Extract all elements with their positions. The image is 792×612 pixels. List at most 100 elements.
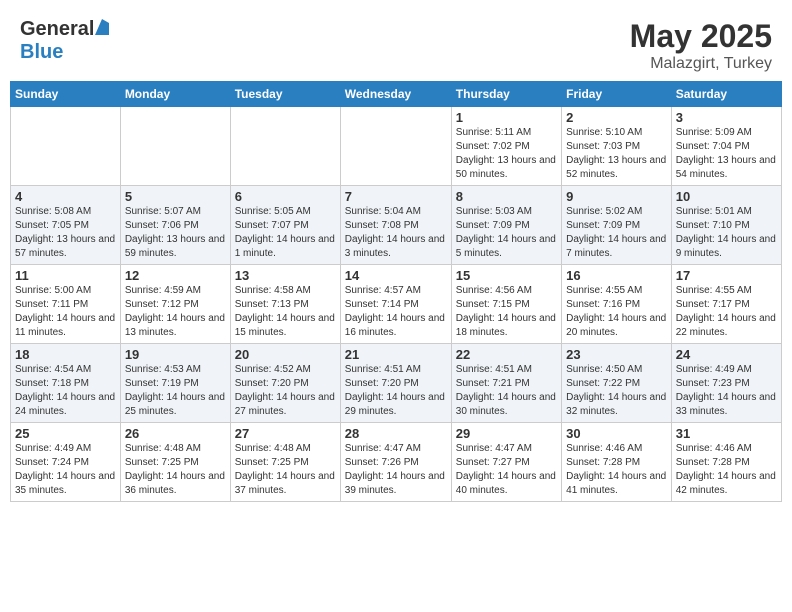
day-info: Sunrise: 4:54 AMSunset: 7:18 PMDaylight:… [15,364,115,417]
day-number: 16 [566,268,667,283]
day-info: Sunrise: 4:53 AMSunset: 7:19 PMDaylight:… [125,364,225,417]
calendar-cell [230,107,340,186]
calendar-cell: 29 Sunrise: 4:47 AMSunset: 7:27 PMDaylig… [451,423,561,502]
month-year: May 2025 [630,18,772,55]
day-info: Sunrise: 4:59 AMSunset: 7:12 PMDaylight:… [125,285,225,338]
calendar-cell: 31 Sunrise: 4:46 AMSunset: 7:28 PMDaylig… [671,423,781,502]
calendar-cell [120,107,230,186]
day-info: Sunrise: 4:56 AMSunset: 7:15 PMDaylight:… [456,285,556,338]
day-info: Sunrise: 4:58 AMSunset: 7:13 PMDaylight:… [235,285,335,338]
day-number: 23 [566,347,667,362]
calendar-cell: 17 Sunrise: 4:55 AMSunset: 7:17 PMDaylig… [671,265,781,344]
day-info: Sunrise: 4:51 AMSunset: 7:20 PMDaylight:… [345,364,445,417]
day-number: 14 [345,268,447,283]
day-number: 19 [125,347,226,362]
day-number: 15 [456,268,557,283]
logo: General Blue [20,18,110,64]
day-number: 17 [676,268,777,283]
day-number: 28 [345,426,447,441]
calendar-cell: 5 Sunrise: 5:07 AMSunset: 7:06 PMDayligh… [120,186,230,265]
calendar-cell: 4 Sunrise: 5:08 AMSunset: 7:05 PMDayligh… [11,186,121,265]
calendar-cell [340,107,451,186]
day-info: Sunrise: 4:48 AMSunset: 7:25 PMDaylight:… [235,443,335,496]
logo-blue: Blue [20,41,63,63]
calendar-cell: 7 Sunrise: 5:04 AMSunset: 7:08 PMDayligh… [340,186,451,265]
day-number: 13 [235,268,336,283]
day-number: 12 [125,268,226,283]
day-info: Sunrise: 5:03 AMSunset: 7:09 PMDaylight:… [456,206,556,259]
day-info: Sunrise: 5:07 AMSunset: 7:06 PMDaylight:… [125,206,225,259]
day-info: Sunrise: 4:47 AMSunset: 7:26 PMDaylight:… [345,443,445,496]
calendar-cell: 6 Sunrise: 5:05 AMSunset: 7:07 PMDayligh… [230,186,340,265]
calendar-cell: 10 Sunrise: 5:01 AMSunset: 7:10 PMDaylig… [671,186,781,265]
calendar-table: SundayMondayTuesdayWednesdayThursdayFrid… [10,81,782,502]
day-info: Sunrise: 4:46 AMSunset: 7:28 PMDaylight:… [566,443,666,496]
day-info: Sunrise: 4:51 AMSunset: 7:21 PMDaylight:… [456,364,556,417]
day-info: Sunrise: 4:50 AMSunset: 7:22 PMDaylight:… [566,364,666,417]
calendar-cell: 16 Sunrise: 4:55 AMSunset: 7:16 PMDaylig… [562,265,672,344]
weekday-header: Wednesday [340,82,451,107]
weekday-header-row: SundayMondayTuesdayWednesdayThursdayFrid… [11,82,782,107]
calendar-cell: 1 Sunrise: 5:11 AMSunset: 7:02 PMDayligh… [451,107,561,186]
day-info: Sunrise: 5:05 AMSunset: 7:07 PMDaylight:… [235,206,335,259]
day-number: 7 [345,189,447,204]
day-info: Sunrise: 4:49 AMSunset: 7:23 PMDaylight:… [676,364,776,417]
calendar-cell: 11 Sunrise: 5:00 AMSunset: 7:11 PMDaylig… [11,265,121,344]
day-info: Sunrise: 4:52 AMSunset: 7:20 PMDaylight:… [235,364,335,417]
calendar-week-row: 11 Sunrise: 5:00 AMSunset: 7:11 PMDaylig… [11,265,782,344]
weekday-header: Saturday [671,82,781,107]
weekday-header: Sunday [11,82,121,107]
day-number: 22 [456,347,557,362]
day-info: Sunrise: 4:49 AMSunset: 7:24 PMDaylight:… [15,443,115,496]
calendar-cell: 15 Sunrise: 4:56 AMSunset: 7:15 PMDaylig… [451,265,561,344]
day-number: 10 [676,189,777,204]
day-number: 30 [566,426,667,441]
day-number: 2 [566,110,667,125]
calendar-cell: 24 Sunrise: 4:49 AMSunset: 7:23 PMDaylig… [671,344,781,423]
day-number: 18 [15,347,116,362]
day-info: Sunrise: 4:55 AMSunset: 7:17 PMDaylight:… [676,285,776,338]
day-number: 24 [676,347,777,362]
day-info: Sunrise: 5:11 AMSunset: 7:02 PMDaylight:… [456,127,556,180]
calendar-cell: 21 Sunrise: 4:51 AMSunset: 7:20 PMDaylig… [340,344,451,423]
calendar-cell: 30 Sunrise: 4:46 AMSunset: 7:28 PMDaylig… [562,423,672,502]
calendar-cell: 2 Sunrise: 5:10 AMSunset: 7:03 PMDayligh… [562,107,672,186]
day-number: 21 [345,347,447,362]
day-number: 29 [456,426,557,441]
calendar-cell: 22 Sunrise: 4:51 AMSunset: 7:21 PMDaylig… [451,344,561,423]
weekday-header: Friday [562,82,672,107]
day-info: Sunrise: 5:08 AMSunset: 7:05 PMDaylight:… [15,206,115,259]
calendar-cell: 19 Sunrise: 4:53 AMSunset: 7:19 PMDaylig… [120,344,230,423]
day-info: Sunrise: 5:02 AMSunset: 7:09 PMDaylight:… [566,206,666,259]
calendar-week-row: 4 Sunrise: 5:08 AMSunset: 7:05 PMDayligh… [11,186,782,265]
day-info: Sunrise: 5:10 AMSunset: 7:03 PMDaylight:… [566,127,666,180]
day-number: 8 [456,189,557,204]
location: Malazgirt, Turkey [630,55,772,73]
day-number: 1 [456,110,557,125]
calendar-cell: 20 Sunrise: 4:52 AMSunset: 7:20 PMDaylig… [230,344,340,423]
day-number: 20 [235,347,336,362]
logo-general: General [20,18,94,41]
calendar-title: May 2025 Malazgirt, Turkey [630,18,772,73]
calendar-cell: 18 Sunrise: 4:54 AMSunset: 7:18 PMDaylig… [11,344,121,423]
calendar-cell: 28 Sunrise: 4:47 AMSunset: 7:26 PMDaylig… [340,423,451,502]
weekday-header: Tuesday [230,82,340,107]
calendar-cell: 3 Sunrise: 5:09 AMSunset: 7:04 PMDayligh… [671,107,781,186]
day-info: Sunrise: 5:01 AMSunset: 7:10 PMDaylight:… [676,206,776,259]
day-info: Sunrise: 4:57 AMSunset: 7:14 PMDaylight:… [345,285,445,338]
logo-icon [95,19,109,40]
day-info: Sunrise: 4:47 AMSunset: 7:27 PMDaylight:… [456,443,556,496]
calendar-cell: 27 Sunrise: 4:48 AMSunset: 7:25 PMDaylig… [230,423,340,502]
day-number: 4 [15,189,116,204]
day-number: 31 [676,426,777,441]
calendar-cell: 8 Sunrise: 5:03 AMSunset: 7:09 PMDayligh… [451,186,561,265]
weekday-header: Thursday [451,82,561,107]
day-info: Sunrise: 5:09 AMSunset: 7:04 PMDaylight:… [676,127,776,180]
day-info: Sunrise: 5:00 AMSunset: 7:11 PMDaylight:… [15,285,115,338]
day-info: Sunrise: 4:55 AMSunset: 7:16 PMDaylight:… [566,285,666,338]
day-info: Sunrise: 4:46 AMSunset: 7:28 PMDaylight:… [676,443,776,496]
day-number: 9 [566,189,667,204]
day-info: Sunrise: 5:04 AMSunset: 7:08 PMDaylight:… [345,206,445,259]
page-header: General Blue May 2025 Malazgirt, Turkey [10,10,782,77]
day-number: 5 [125,189,226,204]
